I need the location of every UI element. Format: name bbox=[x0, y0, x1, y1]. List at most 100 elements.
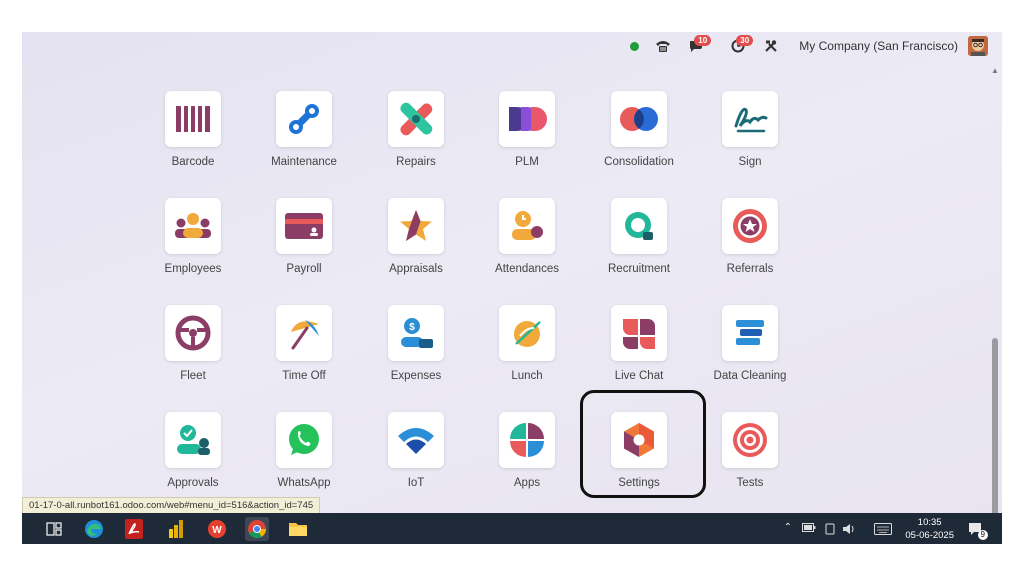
app-maintenance[interactable]: Maintenance bbox=[249, 91, 359, 186]
app-label: Repairs bbox=[396, 156, 436, 168]
employees-icon bbox=[165, 198, 221, 254]
app-iot[interactable]: IoT bbox=[361, 412, 471, 507]
app-label: WhatsApp bbox=[277, 477, 331, 489]
app-payroll[interactable]: Payroll bbox=[249, 198, 359, 293]
chrome-browser-icon[interactable] bbox=[245, 517, 269, 541]
edge-browser-icon[interactable] bbox=[82, 517, 106, 541]
wps-office-icon[interactable]: W bbox=[205, 517, 229, 541]
app-label: Live Chat bbox=[614, 370, 664, 382]
app-repairs[interactable]: Repairs bbox=[361, 91, 471, 186]
app-label: Time Off bbox=[282, 370, 326, 382]
app-label: Consolidation bbox=[604, 156, 674, 168]
plm-icon bbox=[499, 91, 555, 147]
app-whatsapp[interactable]: WhatsApp bbox=[249, 412, 359, 507]
notifications-button[interactable]: 9 bbox=[964, 517, 988, 541]
app-label: Data Cleaning bbox=[713, 370, 787, 382]
app-label: Sign bbox=[738, 156, 762, 168]
app-expenses[interactable]: $ Expenses bbox=[361, 305, 471, 400]
app-label: IoT bbox=[407, 477, 425, 489]
volume-icon[interactable] bbox=[842, 523, 856, 538]
consolidation-icon bbox=[611, 91, 667, 147]
app-label: Apps bbox=[513, 477, 541, 489]
app-label: Approvals bbox=[167, 477, 219, 489]
app-referrals[interactable]: Referrals bbox=[695, 198, 805, 293]
phone-icon[interactable] bbox=[653, 32, 673, 60]
keyboard-icon[interactable] bbox=[874, 523, 892, 538]
apps-icon bbox=[499, 412, 555, 468]
expenses-icon: $ bbox=[388, 305, 444, 361]
time-off-icon bbox=[276, 305, 332, 361]
app-live-chat[interactable]: Live Chat bbox=[584, 305, 694, 400]
user-avatar[interactable] bbox=[968, 36, 988, 56]
app-data-cleaning[interactable]: Data Cleaning bbox=[695, 305, 805, 400]
page-scrollbar[interactable]: ▲ ▼ bbox=[990, 66, 1000, 542]
live-chat-icon bbox=[611, 305, 667, 361]
approvals-icon bbox=[165, 412, 221, 468]
sign-icon bbox=[722, 91, 778, 147]
app-barcode[interactable]: Barcode bbox=[138, 91, 248, 186]
data-cleaning-icon bbox=[722, 305, 778, 361]
company-switcher[interactable]: My Company (San Francisco) bbox=[799, 39, 958, 53]
payroll-icon bbox=[276, 198, 332, 254]
settings-highlight-box bbox=[580, 390, 706, 498]
svg-text:$: $ bbox=[409, 322, 415, 333]
app-label: Lunch bbox=[511, 370, 543, 382]
scroll-thumb[interactable] bbox=[992, 338, 998, 528]
scroll-up-arrow[interactable]: ▲ bbox=[991, 66, 999, 75]
referrals-icon bbox=[722, 198, 778, 254]
app-sign[interactable]: Sign bbox=[695, 91, 805, 186]
fleet-icon bbox=[165, 305, 221, 361]
barcode-icon bbox=[165, 91, 221, 147]
app-label: Fleet bbox=[180, 370, 206, 382]
app-approvals[interactable]: Approvals bbox=[138, 412, 248, 507]
app-lunch[interactable]: Lunch bbox=[472, 305, 582, 400]
app-consolidation[interactable]: Consolidation bbox=[584, 91, 694, 186]
task-view-icon[interactable] bbox=[42, 517, 66, 541]
powerbi-icon[interactable] bbox=[164, 517, 188, 541]
battery-icon[interactable] bbox=[802, 523, 816, 535]
acrobat-icon[interactable] bbox=[122, 517, 146, 541]
messages-badge: 10 bbox=[694, 35, 712, 46]
app-label: Payroll bbox=[286, 263, 322, 275]
app-label: Recruitment bbox=[608, 263, 670, 275]
system-clock[interactable]: 10:35 05-06-2025 bbox=[905, 516, 954, 542]
app-label: Referrals bbox=[726, 263, 774, 275]
app-recruitment[interactable]: Recruitment bbox=[584, 198, 694, 293]
os-taskbar: W ⌃ 10:35 05-06-2025 9 bbox=[22, 513, 1002, 544]
app-employees[interactable]: Employees bbox=[138, 198, 248, 293]
app-label: Appraisals bbox=[389, 263, 443, 275]
app-label: Employees bbox=[164, 263, 222, 275]
app-attendances[interactable]: Attendances bbox=[472, 198, 582, 293]
app-label: PLM bbox=[515, 156, 539, 168]
tools-icon[interactable] bbox=[761, 32, 781, 60]
app-apps[interactable]: Apps bbox=[472, 412, 582, 507]
app-tests[interactable]: Tests bbox=[695, 412, 805, 507]
lunch-icon bbox=[499, 305, 555, 361]
tests-icon bbox=[722, 412, 778, 468]
iot-icon bbox=[388, 412, 444, 468]
activities-badge: 30 bbox=[736, 35, 754, 46]
maintenance-icon bbox=[276, 91, 332, 147]
notification-count-badge: 9 bbox=[977, 530, 988, 540]
repairs-icon bbox=[388, 91, 444, 147]
app-plm[interactable]: PLM bbox=[472, 91, 582, 186]
app-label: Expenses bbox=[390, 370, 442, 382]
app-time-off[interactable]: Time Off bbox=[249, 305, 359, 400]
recruitment-icon bbox=[611, 198, 667, 254]
chevron-up-icon[interactable]: ⌃ bbox=[784, 522, 792, 533]
svg-text:W: W bbox=[212, 525, 222, 536]
app-appraisals[interactable]: Appraisals bbox=[361, 198, 471, 293]
app-fleet[interactable]: Fleet bbox=[138, 305, 248, 400]
activities-button[interactable]: 30 bbox=[725, 32, 754, 60]
file-explorer-icon[interactable] bbox=[286, 517, 310, 541]
attendances-icon bbox=[499, 198, 555, 254]
whatsapp-icon bbox=[276, 412, 332, 468]
device-icon[interactable] bbox=[824, 523, 836, 538]
clock-date: 05-06-2025 bbox=[905, 530, 954, 541]
app-label: Attendances bbox=[495, 263, 559, 275]
top-navbar: 10 30 My Company (San Francisco) bbox=[22, 32, 1002, 60]
app-label: Barcode bbox=[171, 156, 215, 168]
online-status-icon bbox=[630, 41, 640, 51]
messages-button[interactable]: 10 bbox=[683, 32, 712, 60]
app-label: Maintenance bbox=[271, 156, 337, 168]
